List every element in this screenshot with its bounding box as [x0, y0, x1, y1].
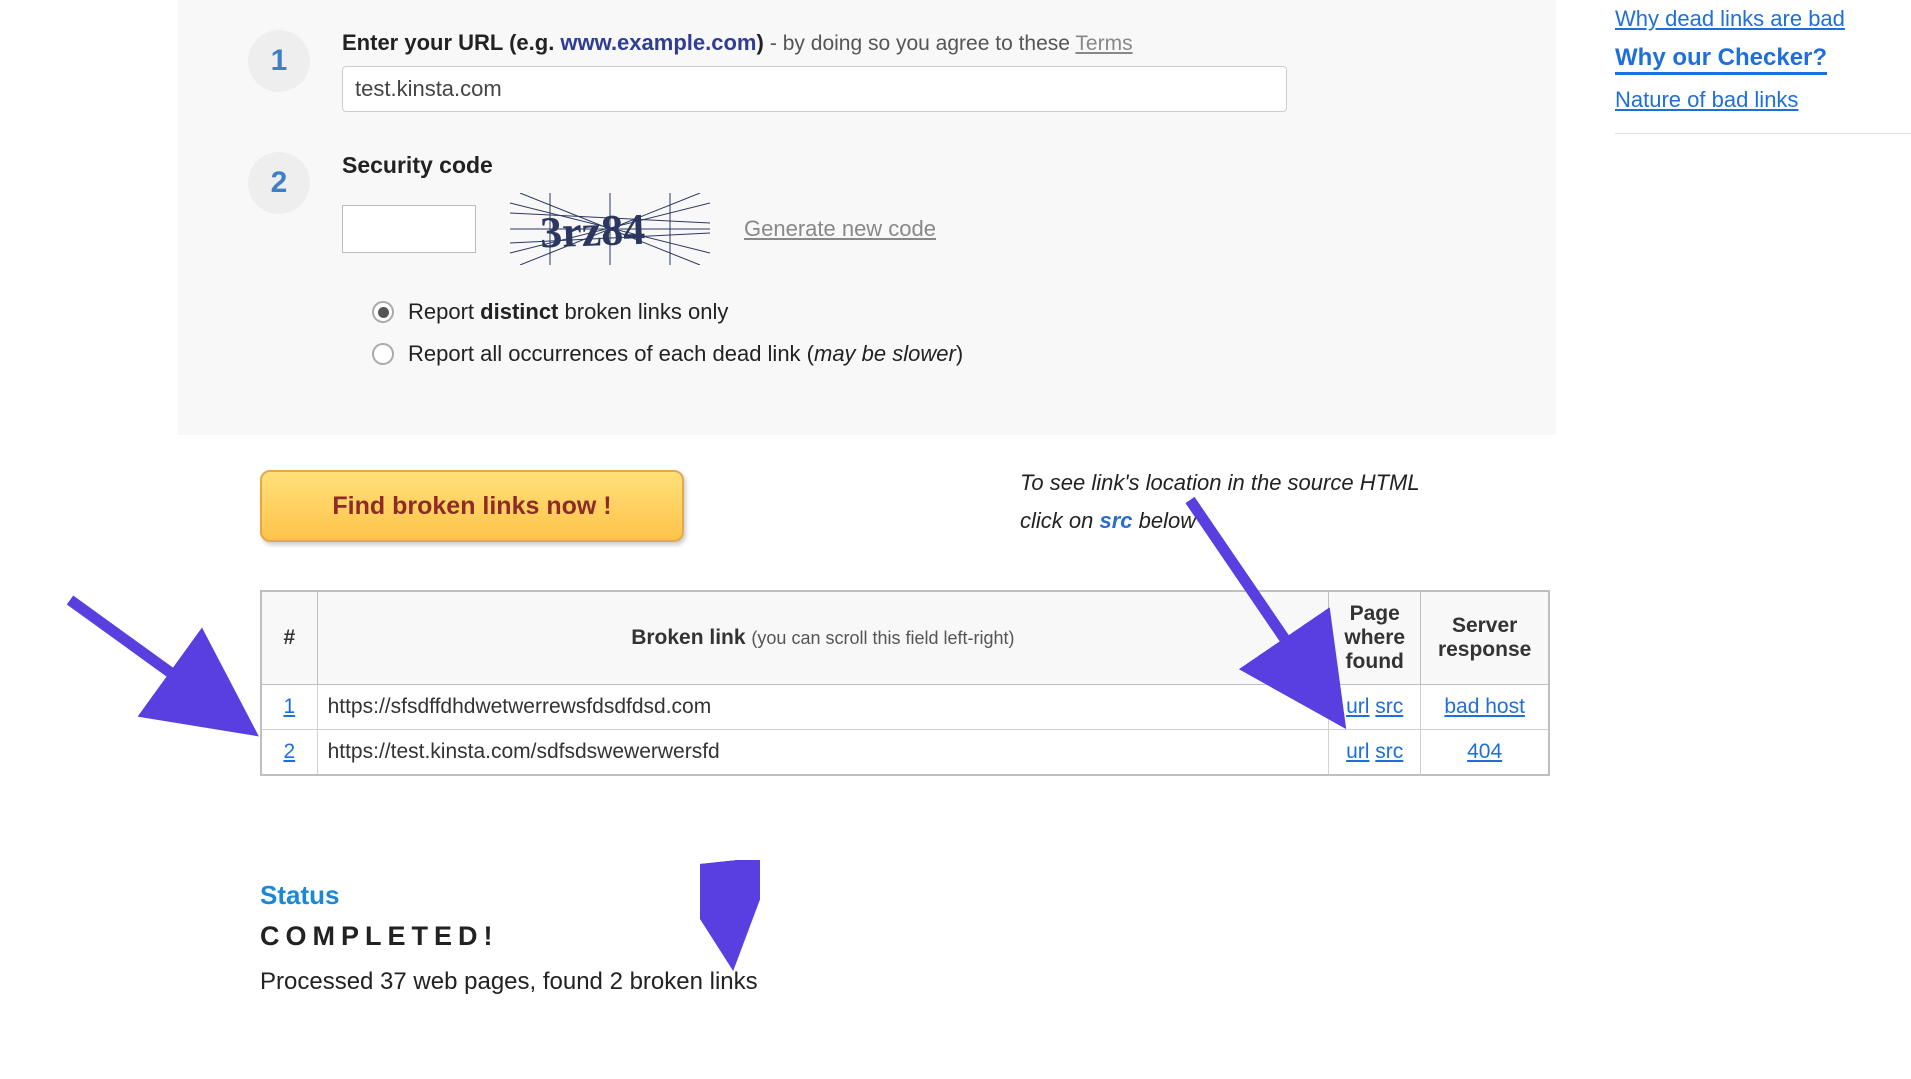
- hint-src-word: src: [1099, 508, 1132, 533]
- header-link: Broken link (you can scroll this field l…: [317, 591, 1329, 685]
- hint-text: To see link's location in the source HTM…: [1020, 470, 1520, 534]
- action-area: Find broken links now ! To see link's lo…: [260, 470, 1540, 542]
- results-header-row: # Broken link (you can scroll this field…: [261, 591, 1549, 685]
- radio-distinct[interactable]: Report distinct broken links only: [372, 299, 1556, 325]
- results-table: # Broken link (you can scroll this field…: [260, 590, 1550, 776]
- security-code-label: Security code: [342, 152, 1556, 179]
- row-1-resp[interactable]: bad host: [1444, 695, 1525, 718]
- row-2-resp[interactable]: 404: [1467, 740, 1502, 763]
- step-1-row: 1 Enter your URL (e.g. www.example.com) …: [178, 0, 1556, 112]
- radio-distinct-label: Report distinct broken links only: [408, 299, 728, 325]
- status-summary: Processed 37 web pages, found 2 broken l…: [260, 968, 758, 996]
- sidebar-divider: [1615, 133, 1911, 134]
- step-2-row: 2 Security code: [178, 112, 1556, 383]
- step-1-label-bold: Enter your URL (e.g. www.example.com): [342, 30, 770, 55]
- security-code-input[interactable]: [342, 205, 476, 253]
- radio-all[interactable]: Report all occurrences of each dead link…: [372, 341, 1556, 367]
- generate-code-link[interactable]: Generate new code: [744, 216, 936, 242]
- url-input[interactable]: [342, 66, 1287, 112]
- row-1-src[interactable]: src: [1375, 695, 1403, 718]
- agree-text: - by doing so you agree to these: [770, 32, 1075, 55]
- form-panel: 1 Enter your URL (e.g. www.example.com) …: [178, 0, 1556, 435]
- header-resp: Server response: [1421, 591, 1549, 685]
- row-2-url[interactable]: url: [1346, 740, 1369, 763]
- step-1-badge: 1: [248, 30, 310, 92]
- row-1-num[interactable]: 1: [283, 695, 295, 718]
- status-block: Status COMPLETED! Processed 37 web pages…: [260, 880, 758, 996]
- row-1-link: https://sfsdffdhdwetwerrewsfdsdfdsd.com: [317, 685, 1329, 730]
- example-domain: www.example.com: [560, 30, 756, 55]
- step-1-label: Enter your URL (e.g. www.example.com) - …: [342, 30, 1556, 56]
- row-2-link: https://test.kinsta.com/sdfsdswewerwersf…: [317, 730, 1329, 776]
- table-row: 1 https://sfsdffdhdwetwerrewsfdsdfdsd.co…: [261, 685, 1549, 730]
- step-2-badge: 2: [248, 152, 310, 214]
- captcha-image: 3rz84: [510, 193, 710, 265]
- svg-text:3rz84: 3rz84: [539, 205, 646, 258]
- header-num: #: [261, 591, 317, 685]
- radio-distinct-control[interactable]: [372, 301, 394, 323]
- report-options: Report distinct broken links only Report…: [342, 299, 1556, 367]
- sidebar-link-why-dead[interactable]: Why dead links are bad: [1615, 6, 1911, 32]
- sidebar-link-why-checker[interactable]: Why our Checker?: [1615, 44, 1827, 75]
- radio-all-control[interactable]: [372, 343, 394, 365]
- header-page: Page where found: [1329, 591, 1421, 685]
- find-broken-links-button[interactable]: Find broken links now !: [260, 470, 684, 542]
- status-title: Status: [260, 880, 758, 911]
- status-completed: COMPLETED!: [260, 921, 758, 952]
- annotation-arrow-left: [60, 590, 290, 760]
- table-row: 2 https://test.kinsta.com/sdfsdswewerwer…: [261, 730, 1549, 776]
- radio-all-label: Report all occurrences of each dead link…: [408, 341, 963, 367]
- terms-link[interactable]: Terms: [1075, 32, 1132, 55]
- row-1-url[interactable]: url: [1346, 695, 1369, 718]
- row-2-num[interactable]: 2: [283, 740, 295, 763]
- row-2-src[interactable]: src: [1375, 740, 1403, 763]
- sidebar: Why dead links are bad Why our Checker? …: [1615, 0, 1911, 134]
- sidebar-link-nature[interactable]: Nature of bad links: [1615, 87, 1911, 113]
